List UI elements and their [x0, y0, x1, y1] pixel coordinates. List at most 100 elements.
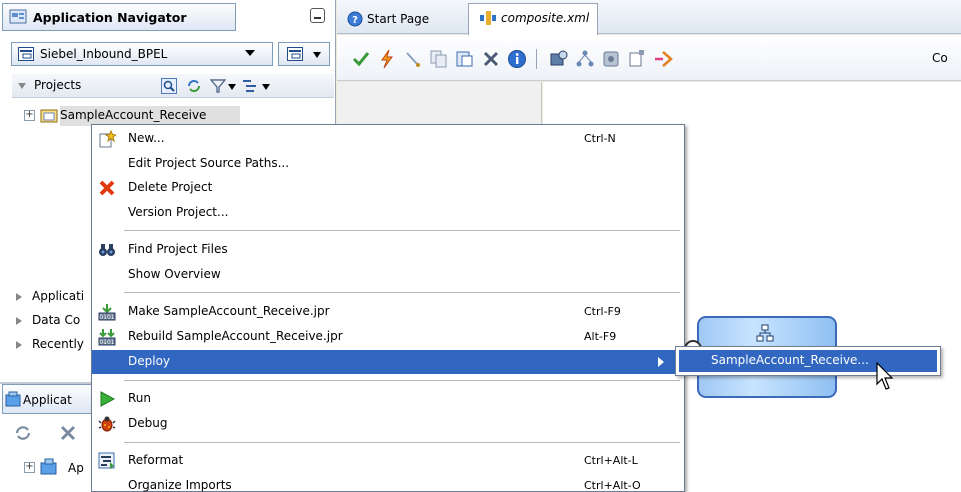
- svg-text:?: ?: [352, 15, 358, 26]
- search-icon[interactable]: [161, 78, 177, 94]
- submenu-item-deploy-profile[interactable]: SampleAccount_Receive...: [679, 350, 937, 372]
- hierarchy-icon[interactable]: [575, 49, 595, 69]
- menu-item-label: Show Overview: [128, 267, 221, 281]
- editor-toolbar: Co: [337, 35, 961, 81]
- tab-label: composite.xml: [501, 11, 590, 25]
- expand-icon[interactable]: +: [24, 462, 35, 473]
- make-icon: 0101: [98, 303, 116, 321]
- menu-item-rebuild[interactable]: 0101 Rebuild SampleAccount_Receive.jpr A…: [92, 325, 684, 349]
- accordion-data-controls[interactable]: Data Co: [12, 310, 92, 332]
- filter-icon[interactable]: [209, 78, 227, 94]
- menu-item-shortcut: Ctrl-F9: [584, 305, 621, 318]
- tab-label: Start Page: [367, 12, 430, 26]
- collapse-icon: [18, 83, 26, 89]
- context-menu: New... Ctrl-N Edit Project Source Paths.…: [91, 124, 685, 492]
- menu-item-find-project-files[interactable]: Find Project Files: [92, 238, 684, 262]
- svg-text:0101: 0101: [99, 314, 114, 321]
- reformat-icon: [98, 452, 116, 470]
- tree-item-label: SampleAccount_Receive: [60, 108, 207, 122]
- tab-composite-xml[interactable]: composite.xml: [468, 3, 598, 35]
- menu-item-label: Edit Project Source Paths...: [128, 156, 290, 170]
- svg-text:0101: 0101: [99, 339, 114, 346]
- tab-start-page[interactable]: ? Start Page: [345, 8, 453, 34]
- wire-icon[interactable]: [403, 49, 423, 69]
- menu-item-label: Debug: [128, 416, 168, 430]
- menu-item-label: Run: [128, 391, 152, 405]
- menu-item-label: Rebuild SampleAccount_Receive.jpr: [128, 329, 343, 343]
- menu-separator: [124, 442, 680, 443]
- expand-icon[interactable]: +: [24, 110, 35, 121]
- menu-item-edit-project-source-paths[interactable]: Edit Project Source Paths...: [92, 152, 684, 176]
- menu-item-shortcut: Ctrl-N: [584, 132, 616, 145]
- menu-item-shortcut: Ctrl+Alt-L: [584, 454, 638, 467]
- info-icon[interactable]: [507, 49, 527, 69]
- application-navigator-tab[interactable]: Application Navigator: [2, 3, 236, 31]
- minimize-icon[interactable]: [310, 8, 325, 23]
- applications-tab[interactable]: Applicat: [2, 384, 100, 414]
- delete-icon[interactable]: [481, 49, 501, 69]
- paste-icon[interactable]: [455, 49, 475, 69]
- validate-check-icon[interactable]: [351, 49, 371, 69]
- menu-item-label: Reformat: [128, 453, 184, 467]
- menu-item-label: Organize Imports: [128, 478, 232, 492]
- project-selector[interactable]: Siebel_Inbound_BPEL: [11, 42, 273, 66]
- composite-icon: [479, 10, 497, 26]
- menu-item-delete-project[interactable]: Delete Project: [92, 176, 684, 200]
- design-icon[interactable]: [549, 49, 569, 69]
- document-edit-icon[interactable]: [627, 49, 647, 69]
- menu-item-label: Version Project...: [128, 205, 229, 219]
- lightning-icon[interactable]: [377, 49, 397, 69]
- mouse-pointer-icon: [876, 361, 896, 392]
- menu-item-reformat[interactable]: Reformat Ctrl+Alt-L: [92, 449, 684, 473]
- project-view-button[interactable]: [278, 42, 330, 66]
- menu-item-label: Find Project Files: [128, 242, 228, 256]
- refresh-icon[interactable]: [186, 78, 202, 94]
- menu-item-new[interactable]: New... Ctrl-N: [92, 127, 684, 151]
- chevron-down-icon[interactable]: [228, 84, 236, 90]
- menu-item-show-overview[interactable]: Show Overview: [92, 263, 684, 287]
- project-view-icon: [287, 47, 305, 61]
- accordion-recently-opened[interactable]: Recently: [12, 334, 92, 356]
- rebuild-icon: 0101: [98, 328, 116, 346]
- menu-item-version-project[interactable]: Version Project...: [92, 201, 684, 225]
- delete-icon: [98, 179, 116, 197]
- copy-icon[interactable]: [429, 49, 449, 69]
- menu-item-label: Delete Project: [128, 180, 213, 194]
- expand-icon: [16, 293, 22, 301]
- chevron-down-icon[interactable]: [262, 84, 270, 90]
- menu-separator: [124, 380, 680, 381]
- menu-item-shortcut: Ctrl+Alt-O: [584, 479, 641, 492]
- close-icon[interactable]: [60, 424, 76, 442]
- help-icon: ?: [347, 11, 363, 27]
- sort-options-icon[interactable]: [242, 78, 258, 94]
- menu-item-label: Deploy: [128, 354, 171, 368]
- application-navigator-icon: [9, 8, 27, 26]
- menu-item-shortcut: Alt-F9: [584, 330, 617, 343]
- binoculars-icon: [98, 241, 116, 259]
- hierarchy-icon: [756, 324, 774, 342]
- project-selector-value: Siebel_Inbound_BPEL: [40, 47, 168, 61]
- application-tree-item[interactable]: Ap: [68, 461, 84, 475]
- debug-icon: [98, 415, 116, 433]
- menu-item-debug[interactable]: Debug: [92, 412, 684, 436]
- menu-item-deploy[interactable]: Deploy: [92, 350, 684, 374]
- toolbar-separator: [536, 49, 537, 69]
- run-icon: [98, 390, 116, 408]
- chevron-down-icon: [313, 52, 321, 58]
- expand-icon: [16, 341, 22, 349]
- menu-item-organize-imports[interactable]: Organize Imports Ctrl+Alt-O: [92, 474, 684, 492]
- application-navigator-title: Application Navigator: [33, 10, 187, 25]
- expand-icon: [16, 317, 22, 325]
- menu-item-make[interactable]: 0101 Make SampleAccount_Receive.jpr Ctrl…: [92, 300, 684, 324]
- accordion-applications[interactable]: Applicati: [12, 286, 92, 308]
- menu-item-run[interactable]: Run: [92, 387, 684, 411]
- projects-accordion-header[interactable]: Projects: [12, 74, 334, 98]
- database-icon[interactable]: [601, 49, 621, 69]
- tree-item-project[interactable]: SampleAccount_Receive: [60, 106, 240, 126]
- refresh-icon[interactable]: [14, 424, 32, 442]
- menu-item-label: Make SampleAccount_Receive.jpr: [128, 304, 330, 318]
- arrow-icon[interactable]: [653, 49, 673, 69]
- chevron-down-icon: [245, 50, 255, 56]
- accordion-label: Recently: [32, 337, 84, 351]
- project-folder-icon: [40, 107, 58, 123]
